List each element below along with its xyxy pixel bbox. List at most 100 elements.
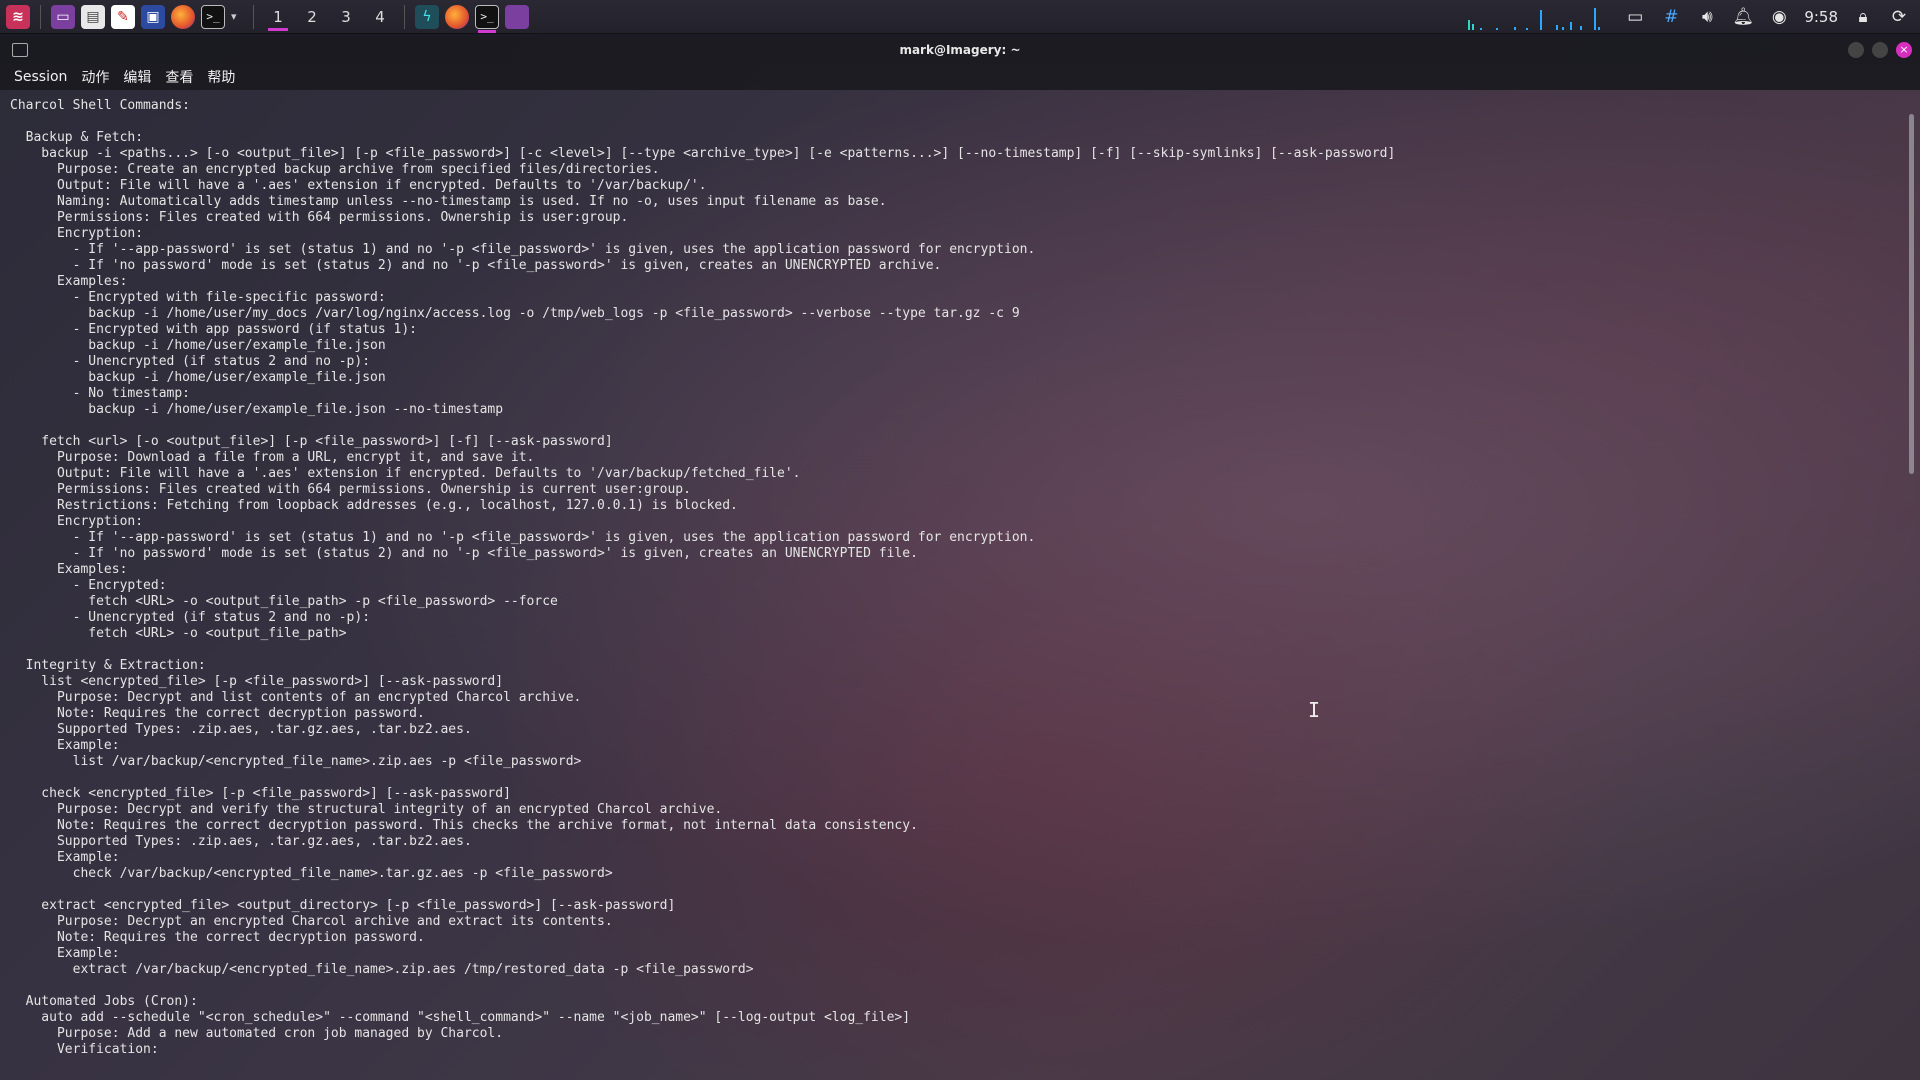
display-icon[interactable]: ▭ [1624,7,1646,27]
terminal-line: - If '--app-password' is set (status 1) … [10,242,1036,257]
terminal-line: Purpose: Create an encrypted backup arch… [10,162,660,177]
terminal-line: fetch <URL> -o <output_file_path> [10,626,347,641]
bell-icon[interactable]: 🔔︎ [1732,7,1755,27]
terminal-line: check <encrypted_file> [-p <file_passwor… [10,786,511,801]
scrollbar[interactable] [1909,114,1914,474]
task-window-icon[interactable] [505,4,529,29]
clock[interactable]: 9:58 [1804,8,1838,26]
terminal-line: Automated Jobs (Cron): [10,994,198,1009]
terminal-line: backup -i /home/user/example_file.json -… [10,402,504,417]
panel-separator [253,4,254,29]
volume-icon[interactable]: 🔊︎ [1696,7,1718,27]
terminal-line: backup -i /home/user/my_docs /var/log/ng… [10,306,1020,321]
firefox-icon[interactable] [171,4,195,29]
terminal-line: - Unencrypted (if status 2 and no -p): [10,610,371,625]
show-desktop-icon[interactable]: ▭ [51,4,75,29]
terminal-line: Output: File will have a '.aes' extensio… [10,466,801,481]
panel-separator [404,4,405,29]
terminal-line: extract /var/backup/<encrypted_file_name… [10,962,754,977]
minimize-button[interactable] [1848,42,1864,58]
terminal-line: Example: [10,946,120,961]
menu-session[interactable]: Session [14,69,67,85]
task-bolt-icon[interactable]: ϟ [415,4,439,29]
terminal-line: extract <encrypted_file> <output_directo… [10,898,676,913]
terminal-line: backup -i <paths...> [-o <output_file>] … [10,146,1396,161]
panel-tray: ▭ # 🔊︎ 🔔︎ ◉ 9:58 🔒︎ ⟳ [1466,0,1920,34]
terminal-line: Example: [10,738,120,753]
terminal-line: list /var/backup/<encrypted_file_name>.z… [10,754,582,769]
terminal-line: Supported Types: .zip.aes, .tar.gz.aes, … [10,722,472,737]
terminal-line: backup -i /home/user/example_file.json [10,338,386,353]
task-terminal-icon[interactable]: >_ [475,4,499,33]
terminal-line: - No timestamp: [10,386,191,401]
menu-view[interactable]: 查看 [165,67,193,87]
remote-desktop-icon[interactable]: ▣ [141,4,165,29]
terminal-line: Example: [10,850,120,865]
terminal-line: fetch <url> [-o <output_file>] [-p <file… [10,434,613,449]
power-manager-icon[interactable]: ◉ [1768,7,1790,27]
workspace-4[interactable]: 4 [366,3,394,31]
menu-edit[interactable]: 编辑 [123,67,151,87]
terminal-line: auto add --schedule "<cron_schedule>" --… [10,1010,911,1025]
cpu-graph[interactable] [1466,2,1606,32]
terminal-line: check /var/backup/<encrypted_file_name>.… [10,866,613,881]
window-titlebar[interactable]: mark@Imagery: ~ × [0,36,1920,64]
window-menu-icon[interactable] [12,43,28,57]
terminal-line: Purpose: Decrypt and verify the structur… [10,802,723,817]
terminal-line: Purpose: Download a file from a URL, enc… [10,450,535,465]
terminal-line: backup -i /home/user/example_file.json [10,370,386,385]
close-button[interactable]: × [1896,42,1912,58]
terminal-line: Purpose: Decrypt and list contents of an… [10,690,582,705]
terminal-line: - Encrypted: [10,578,167,593]
network-icon[interactable]: # [1660,7,1682,27]
terminal-line: Charcol Shell Commands: [10,98,191,113]
terminal-line: fetch <URL> -o <output_file_path> -p <fi… [10,594,558,609]
workspace-3[interactable]: 3 [332,3,360,31]
top-panel: ≋ ▭ ▤ ✎ ▣ >_ ▾ 1 2 3 4 ϟ >_ ▭ # 🔊︎ 🔔︎ ◉ … [0,0,1920,34]
terminal-line: Restrictions: Fetching from loopback add… [10,498,738,513]
terminal-line: Permissions: Files created with 664 perm… [10,210,629,225]
menu-bar: Session 动作 编辑 查看 帮助 [0,64,1920,90]
terminal-line: Naming: Automatically adds timestamp unl… [10,194,887,209]
chevron-down-icon[interactable]: ▾ [231,10,243,23]
terminal-line: Output: File will have a '.aes' extensio… [10,178,707,193]
window-title: mark@Imagery: ~ [899,43,1021,57]
terminal-line: Permissions: Files created with 664 perm… [10,482,691,497]
terminal-line: Encryption: [10,514,144,529]
terminal-line: - Encrypted with app password (if status… [10,322,417,337]
terminal-line: Note: Requires the correct decryption pa… [10,706,425,721]
terminal-line: Supported Types: .zip.aes, .tar.gz.aes, … [10,834,472,849]
menu-actions[interactable]: 动作 [81,67,109,87]
file-manager-icon[interactable]: ▤ [81,4,105,29]
workspace-1[interactable]: 1 [264,3,292,31]
terminal-line: Purpose: Decrypt an encrypted Charcol ar… [10,914,613,929]
text-cursor-icon: I [1308,698,1321,722]
terminal-line: Note: Requires the correct decryption pa… [10,818,918,833]
logout-icon[interactable]: ⟳ [1888,7,1910,27]
lock-icon[interactable]: 🔒︎ [1852,7,1874,27]
terminal-window: mark@Imagery: ~ × Session 动作 编辑 查看 帮助 Ch… [0,36,1920,1080]
terminal-line: - Encrypted with file-specific password: [10,290,386,305]
terminal-line: Purpose: Add a new automated cron job ma… [10,1026,504,1041]
terminal-line: Note: Requires the correct decryption pa… [10,930,425,945]
workspace-2[interactable]: 2 [298,3,326,31]
task-firefox-icon[interactable] [445,4,469,29]
text-editor-icon[interactable]: ✎ [111,4,135,29]
terminal-line: Encryption: [10,226,144,241]
terminal-line: - Unencrypted (if status 2 and no -p): [10,354,371,369]
terminal-line: - If '--app-password' is set (status 1) … [10,530,1036,545]
kali-menu-icon[interactable]: ≋ [6,4,30,29]
menu-help[interactable]: 帮助 [207,67,235,87]
terminal-line: list <encrypted_file> [-p <file_password… [10,674,504,689]
panel-launchers: ≋ ▭ ▤ ✎ ▣ >_ ▾ 1 2 3 4 ϟ >_ [0,0,529,34]
terminal-line: Verification: [10,1042,159,1057]
terminal-launcher-icon[interactable]: >_ [201,4,225,29]
maximize-button[interactable] [1872,42,1888,58]
terminal-output[interactable]: Charcol Shell Commands: Backup & Fetch: … [0,90,1900,1080]
terminal-line: - If 'no password' mode is set (status 2… [10,258,942,273]
